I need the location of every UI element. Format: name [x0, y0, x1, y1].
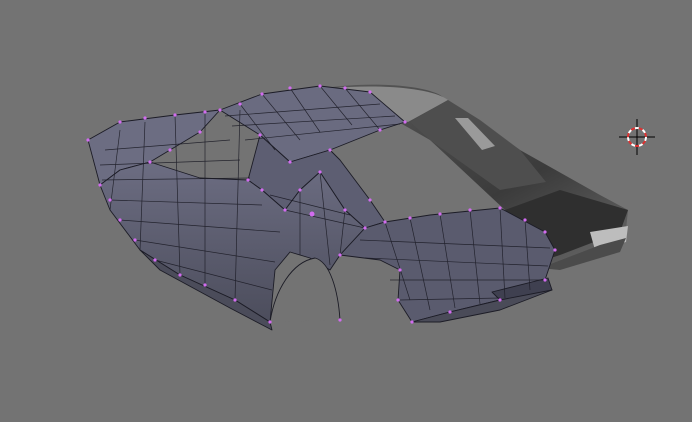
3d-viewport[interactable]	[0, 0, 692, 422]
viewport-canvas[interactable]	[0, 0, 692, 422]
3d-cursor-icon[interactable]	[619, 119, 655, 155]
